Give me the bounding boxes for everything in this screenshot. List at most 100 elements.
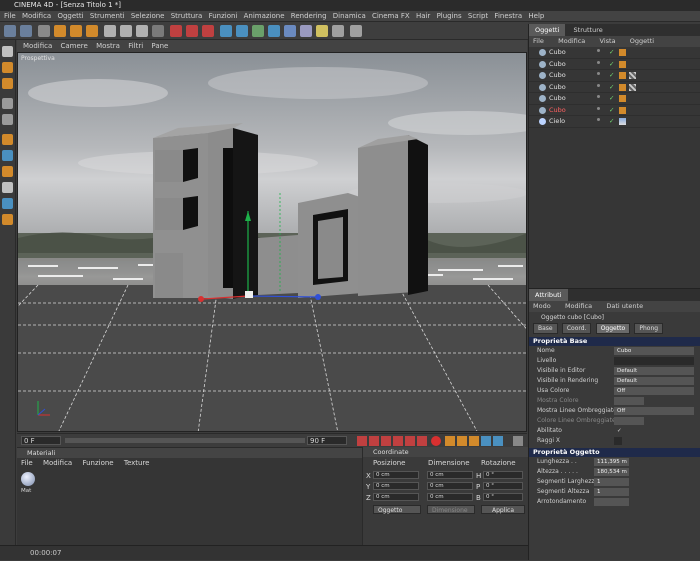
tag-icon[interactable] bbox=[619, 95, 626, 102]
render-view-icon[interactable] bbox=[170, 25, 182, 37]
render-picture-icon[interactable] bbox=[186, 25, 198, 37]
key-rotation-icon[interactable] bbox=[469, 436, 479, 446]
viewport-menu-cameras[interactable]: Camere bbox=[61, 40, 88, 52]
workplane-icon[interactable] bbox=[2, 198, 13, 209]
tag-icon[interactable] bbox=[619, 60, 626, 68]
seg-width-field[interactable]: 1 bbox=[594, 478, 629, 486]
object-row[interactable]: Cubo ✓ bbox=[529, 47, 700, 59]
start-frame-field[interactable]: 0 F bbox=[21, 436, 61, 445]
end-frame-field[interactable]: 90 F bbox=[307, 436, 347, 445]
attr-tab-object[interactable]: Oggetto bbox=[595, 323, 631, 334]
name-field[interactable]: Cubo bbox=[614, 347, 694, 355]
snap-icon[interactable] bbox=[2, 214, 13, 225]
render-settings-icon[interactable] bbox=[202, 25, 214, 37]
spline-icon[interactable] bbox=[236, 25, 248, 37]
tab-structure[interactable]: Strutture bbox=[568, 24, 609, 36]
objects-menu-file[interactable]: File bbox=[533, 36, 544, 47]
texture-tag-icon[interactable] bbox=[629, 72, 636, 79]
tag-icon[interactable] bbox=[619, 106, 626, 114]
object-row[interactable]: Cubo ✓ bbox=[529, 59, 700, 70]
rotate-icon[interactable] bbox=[86, 25, 98, 37]
render-visible-dropdown[interactable]: Default bbox=[614, 377, 694, 385]
points-mode-icon[interactable] bbox=[2, 134, 13, 145]
time-slider[interactable] bbox=[65, 438, 305, 443]
tag-icon[interactable] bbox=[619, 83, 626, 91]
attr-tab-base[interactable]: Base bbox=[533, 323, 558, 334]
menu-file[interactable]: File bbox=[4, 11, 16, 21]
edges-mode-icon[interactable] bbox=[2, 150, 13, 161]
attr-tab-phong[interactable]: Phong bbox=[634, 323, 664, 334]
viewport-menu-panel[interactable]: Pane bbox=[151, 40, 168, 52]
coord-mode-dropdown[interactable]: Oggetto bbox=[373, 505, 421, 514]
array-icon[interactable] bbox=[268, 25, 280, 37]
z-axis-icon[interactable] bbox=[136, 25, 148, 37]
menu-plugins[interactable]: Plugins bbox=[437, 11, 462, 21]
menu-edit[interactable]: Modifica bbox=[22, 11, 51, 21]
editor-visible-dropdown[interactable]: Default bbox=[614, 367, 694, 375]
texture-mode-icon[interactable] bbox=[2, 62, 13, 73]
menu-window[interactable]: Finestra bbox=[494, 11, 522, 21]
viewport-menu-edit[interactable]: Modifica bbox=[23, 40, 52, 52]
move-icon[interactable] bbox=[54, 25, 66, 37]
nurbs-icon[interactable] bbox=[252, 25, 264, 37]
length-field[interactable]: 111,395 m bbox=[594, 458, 629, 466]
y-axis-icon[interactable] bbox=[120, 25, 132, 37]
cube-icon[interactable] bbox=[220, 25, 232, 37]
objects-menu-view[interactable]: Vista bbox=[600, 36, 616, 47]
attr-menu-mode[interactable]: Modo bbox=[533, 301, 551, 312]
rot-h-field[interactable]: 0 ° bbox=[483, 471, 523, 479]
scene-icon[interactable] bbox=[300, 25, 312, 37]
object-mode-icon[interactable] bbox=[2, 114, 13, 125]
menu-animation[interactable]: Animazione bbox=[244, 11, 285, 21]
materials-menu-texture[interactable]: Texture bbox=[124, 459, 150, 467]
key-param-icon[interactable] bbox=[481, 436, 491, 446]
objects-menu-edit[interactable]: Modifica bbox=[558, 36, 585, 47]
material-swatch[interactable] bbox=[21, 472, 35, 486]
fillet-field[interactable] bbox=[594, 498, 629, 506]
go-start-icon[interactable] bbox=[357, 436, 367, 446]
enabled-checkbox[interactable]: ✓ bbox=[614, 427, 644, 435]
layer-field[interactable] bbox=[614, 357, 694, 365]
materials-menu-edit[interactable]: Modifica bbox=[43, 459, 72, 467]
layout-icon[interactable] bbox=[350, 25, 362, 37]
pos-y-field[interactable]: 0 cm bbox=[373, 482, 419, 490]
attr-tab-coord[interactable]: Coord. bbox=[561, 323, 592, 334]
object-row[interactable]: Cubo ✓ bbox=[529, 82, 700, 93]
tab-objects[interactable]: Oggetti bbox=[529, 24, 566, 36]
menu-dynamics[interactable]: Dinamica bbox=[333, 11, 366, 21]
coord-apply-button[interactable]: Applica bbox=[481, 505, 525, 514]
shaded-lines-dropdown[interactable]: Off bbox=[614, 407, 694, 415]
tag-icon[interactable] bbox=[619, 72, 626, 79]
checker-icon[interactable] bbox=[2, 182, 13, 193]
size-z-field[interactable]: 0 cm bbox=[427, 493, 473, 501]
key-position-icon[interactable] bbox=[445, 436, 455, 446]
size-x-field[interactable]: 0 cm bbox=[427, 471, 473, 479]
attr-menu-userdata[interactable]: Dati utente bbox=[606, 301, 643, 312]
record-icon[interactable] bbox=[431, 436, 441, 446]
shaded-lines-color-swatch[interactable] bbox=[614, 417, 644, 425]
viewport-menu-display[interactable]: Mostra bbox=[96, 40, 120, 52]
menu-script[interactable]: Script bbox=[468, 11, 488, 21]
select-icon[interactable] bbox=[38, 25, 50, 37]
objects-menu-objects[interactable]: Oggetti bbox=[630, 36, 654, 47]
x-axis-icon[interactable] bbox=[104, 25, 116, 37]
xray-checkbox[interactable] bbox=[614, 437, 622, 445]
go-end-icon[interactable] bbox=[417, 436, 427, 446]
next-frame-icon[interactable] bbox=[405, 436, 415, 446]
object-row[interactable]: Cubo ✓ bbox=[529, 93, 700, 105]
prev-frame-icon[interactable] bbox=[369, 436, 379, 446]
use-color-dropdown[interactable]: Off bbox=[614, 387, 694, 395]
attr-menu-edit[interactable]: Modifica bbox=[565, 301, 592, 312]
tab-attributes[interactable]: Attributi bbox=[529, 289, 568, 301]
rot-b-field[interactable]: 0 ° bbox=[483, 493, 523, 501]
menu-hair[interactable]: Hair bbox=[416, 11, 430, 21]
tag-icon[interactable] bbox=[619, 49, 626, 56]
size-y-field[interactable]: 0 cm bbox=[427, 482, 473, 490]
polygons-mode-icon[interactable] bbox=[2, 166, 13, 177]
play-backward-icon[interactable] bbox=[381, 436, 391, 446]
pos-x-field[interactable]: 0 cm bbox=[373, 471, 419, 479]
coord-size-dropdown[interactable]: Dimensione bbox=[427, 505, 475, 514]
object-row[interactable]: Cielo ✓ bbox=[529, 116, 700, 128]
menu-functions[interactable]: Funzioni bbox=[209, 11, 238, 21]
model-mode-icon[interactable] bbox=[2, 98, 13, 109]
